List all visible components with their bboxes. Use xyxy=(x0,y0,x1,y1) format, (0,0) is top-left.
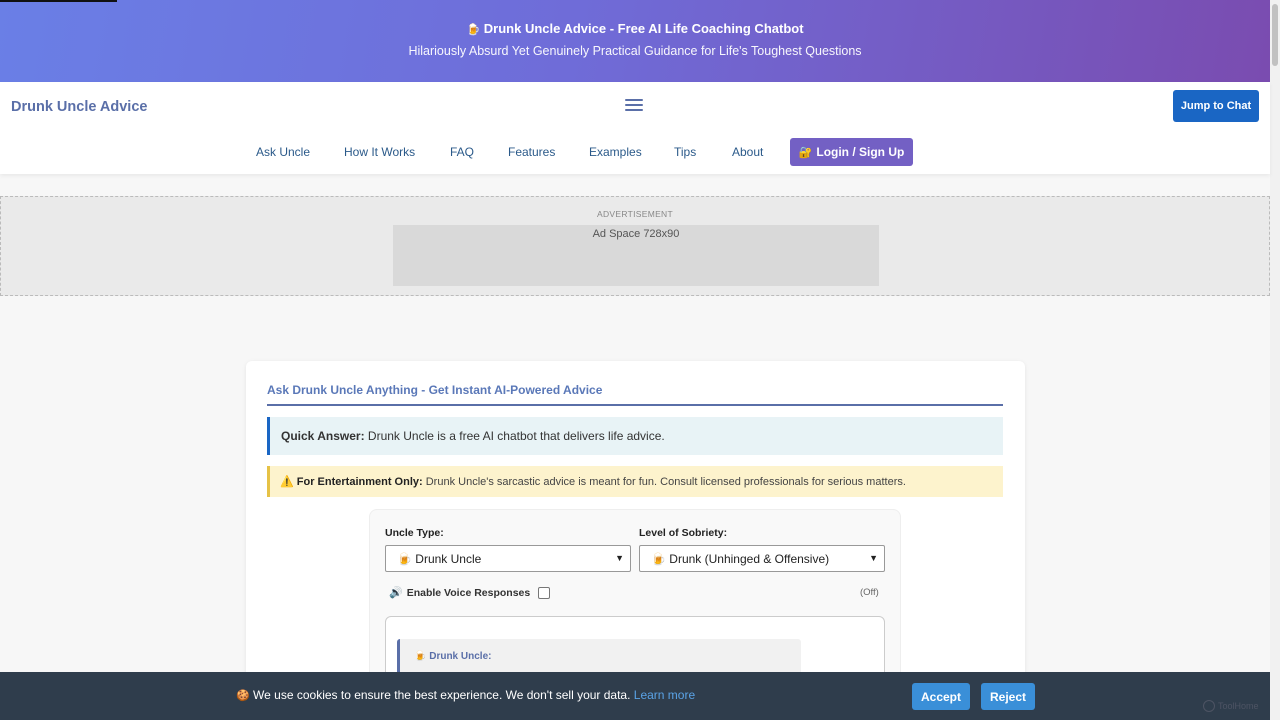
banner-title: 🍺 Drunk Uncle Advice - Free AI Life Coac… xyxy=(466,21,804,36)
card-title: Ask Drunk Uncle Anything - Get Instant A… xyxy=(267,383,603,397)
page-load-bar xyxy=(0,0,117,2)
voice-label: Enable Voice Responses xyxy=(406,586,531,599)
nav-links: Ask Uncle How It Works FAQ Features Exam… xyxy=(0,138,1270,166)
warning-label: For Entertainment Only: xyxy=(296,476,423,488)
nav-link-about[interactable]: About xyxy=(732,145,763,159)
entertainment-warning: ⚠️ For Entertainment Only: Drunk Uncle's… xyxy=(267,466,1003,497)
nav-link-examples[interactable]: Examples xyxy=(589,145,642,159)
ad-section: ADVERTISEMENT Ad Space 728x90 xyxy=(0,196,1270,296)
sobriety-label: Level of Sobriety: xyxy=(639,527,728,539)
uncle-type-select[interactable]: 🍺 Drunk Uncle ▼ xyxy=(385,545,631,572)
quick-answer-text: Drunk Uncle is a free AI chatbot that de… xyxy=(364,429,665,443)
nav-link-ask-uncle[interactable]: Ask Uncle xyxy=(256,145,310,159)
quick-answer-label: Quick Answer: xyxy=(281,429,365,443)
ad-label: ADVERTISEMENT xyxy=(596,209,673,219)
nav-link-faq[interactable]: FAQ xyxy=(450,145,474,159)
main-navigation: Drunk Uncle Advice Jump to Chat Ask Uncl… xyxy=(0,82,1270,174)
voice-checkbox[interactable] xyxy=(538,586,551,599)
learn-more-link[interactable]: Learn more xyxy=(634,688,695,702)
warning-icon: ⚠️ xyxy=(280,475,294,488)
nav-link-features[interactable]: Features xyxy=(508,145,555,159)
site-brand[interactable]: Drunk Uncle Advice xyxy=(11,99,147,115)
accept-cookies-button[interactable]: Accept xyxy=(912,683,970,710)
hamburger-menu-icon[interactable] xyxy=(625,99,643,113)
nav-link-tips[interactable]: Tips xyxy=(674,145,696,159)
voice-toggle-row: 🔊 Enable Voice Responses xyxy=(389,586,551,599)
quick-answer-box: Quick Answer: Drunk Uncle is a free AI c… xyxy=(267,417,1003,455)
cookie-banner: 🍪 We use cookies to ensure the best expe… xyxy=(0,672,1270,720)
cookie-icon: 🍪 xyxy=(236,689,250,702)
beer-icon: 🍺 xyxy=(466,23,481,36)
watermark: ToolHome xyxy=(1203,700,1259,712)
scrollbar-thumb[interactable] xyxy=(1272,4,1278,66)
message-sender: 🍺 Drunk Uncle: xyxy=(414,651,492,662)
ad-placeholder[interactable]: Ad Space 728x90 xyxy=(393,225,879,286)
watermark-logo-icon xyxy=(1203,700,1215,712)
chevron-down-icon: ▼ xyxy=(615,553,624,563)
uncle-type-label: Uncle Type: xyxy=(385,527,444,539)
title-divider xyxy=(267,404,1003,406)
sobriety-select[interactable]: 🍺 Drunk (Unhinged & Offensive) ▼ xyxy=(639,545,885,572)
cookie-text: 🍪 We use cookies to ensure the best expe… xyxy=(236,688,696,702)
speaker-icon: 🔊 xyxy=(389,586,403,599)
hero-banner: 🍺 Drunk Uncle Advice - Free AI Life Coac… xyxy=(0,0,1270,82)
lock-icon: 🔐 xyxy=(798,145,813,159)
chat-card: Ask Drunk Uncle Anything - Get Instant A… xyxy=(246,361,1025,720)
voice-state: (Off) xyxy=(860,587,879,598)
page-scrollbar[interactable] xyxy=(1270,0,1280,720)
chevron-down-icon: ▼ xyxy=(869,553,878,563)
banner-subtitle: Hilariously Absurd Yet Genuinely Practic… xyxy=(408,44,862,58)
nav-link-how-it-works[interactable]: How It Works xyxy=(344,145,415,159)
warning-text: Drunk Uncle's sarcastic advice is meant … xyxy=(422,476,906,488)
jump-to-chat-button[interactable]: Jump to Chat xyxy=(1173,90,1259,122)
reject-cookies-button[interactable]: Reject xyxy=(981,683,1035,710)
login-signup-button[interactable]: 🔐 Login / Sign Up xyxy=(790,138,913,166)
